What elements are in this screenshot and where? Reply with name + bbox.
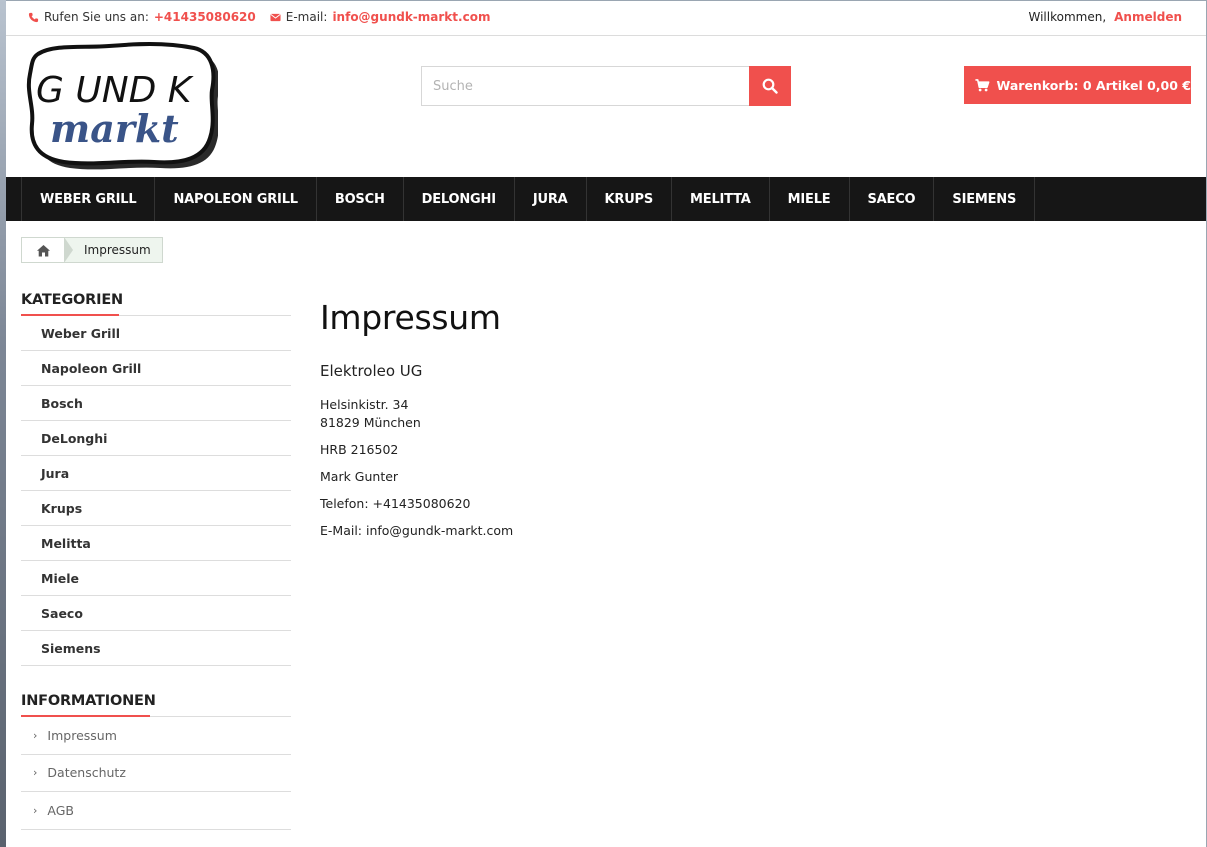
- email-line: E-Mail: info@gundk-markt.com: [320, 523, 514, 538]
- category-saeco[interactable]: Saeco: [21, 596, 291, 631]
- page-title: Impressum: [320, 298, 501, 337]
- info-link-datenschutz[interactable]: › Datenschutz: [21, 755, 291, 792]
- window-left-edge: [0, 0, 6, 847]
- categories-title: KATEGORIEN: [21, 291, 123, 308]
- search-input[interactable]: [421, 66, 749, 106]
- breadcrumb: Impressum: [21, 237, 163, 263]
- category-delonghi[interactable]: DeLonghi: [21, 421, 291, 456]
- search-form: [421, 66, 791, 106]
- nav-item-jura[interactable]: JURA: [515, 177, 587, 221]
- phone-line: Telefon: +41435080620: [320, 496, 471, 511]
- chevron-right-icon: ›: [33, 766, 38, 780]
- breadcrumb-home[interactable]: [22, 238, 72, 262]
- phone-number-link[interactable]: +41435080620: [154, 10, 256, 24]
- nav-item-krups[interactable]: KRUPS: [587, 177, 673, 221]
- address: Helsinkistr. 34 81829 München: [320, 396, 1180, 432]
- contact-person: Mark Gunter: [320, 469, 399, 484]
- home-icon: [36, 244, 50, 256]
- email-contact: E-mail: info@gundk-markt.com: [270, 10, 490, 24]
- nav-item-bosch[interactable]: BOSCH: [317, 177, 404, 221]
- envelope-icon: [270, 13, 281, 21]
- logo-line2: markt: [50, 106, 179, 151]
- chevron-right-icon: ›: [33, 728, 38, 742]
- site-logo[interactable]: G UND K markt: [24, 40, 220, 170]
- category-jura[interactable]: Jura: [21, 456, 291, 491]
- category-list: Weber Grill Napoleon Grill Bosch DeLongh…: [21, 316, 291, 666]
- info-link-label: AGB: [47, 802, 74, 818]
- category-krups[interactable]: Krups: [21, 491, 291, 526]
- nav-item-miele[interactable]: MIELE: [770, 177, 850, 221]
- address-street: Helsinkistr. 34: [320, 397, 409, 412]
- phone-prefix: Rufen Sie uns an:: [44, 10, 149, 24]
- information-block: INFORMATIONEN › Impressum › Datenschutz …: [21, 685, 291, 830]
- nav-item-melitta[interactable]: MELITTA: [672, 177, 770, 221]
- top-bar: Rufen Sie uns an: +41435080620 E-mail: i…: [6, 1, 1206, 36]
- breadcrumb-current: Impressum: [84, 243, 151, 257]
- phone-contact: Rufen Sie uns an: +41435080620: [28, 10, 256, 24]
- nav-item-napoleon-grill[interactable]: NAPOLEON GRILL: [155, 177, 317, 221]
- main-content: Impressum Elektroleo UG Helsinkistr. 34 …: [320, 298, 1180, 540]
- category-melitta[interactable]: Melitta: [21, 526, 291, 561]
- email-link[interactable]: info@gundk-markt.com: [332, 10, 490, 24]
- search-button[interactable]: [749, 66, 791, 106]
- logo-graphic: G UND K markt: [26, 42, 220, 170]
- nav-item-saeco[interactable]: SAECO: [850, 177, 935, 221]
- nav-item-siemens[interactable]: SIEMENS: [934, 177, 1036, 221]
- info-link-agb[interactable]: › AGB: [21, 792, 291, 830]
- information-heading: INFORMATIONEN: [21, 685, 291, 717]
- information-list: › Impressum › Datenschutz › AGB: [21, 717, 291, 830]
- category-bosch[interactable]: Bosch: [21, 386, 291, 421]
- info-link-label: Impressum: [47, 727, 117, 743]
- contact-info: Rufen Sie uns an: +41435080620 E-mail: i…: [28, 10, 490, 24]
- categories-underline: [21, 314, 119, 316]
- register-number: HRB 216502: [320, 442, 399, 457]
- breadcrumb-separator: [64, 237, 73, 263]
- company-name: Elektroleo UG: [320, 362, 423, 380]
- account-area: Willkommen, Anmelden: [1028, 10, 1182, 24]
- search-icon: [762, 78, 778, 94]
- information-title: INFORMATIONEN: [21, 692, 156, 709]
- info-link-label: Datenschutz: [47, 765, 126, 781]
- address-city: 81829 München: [320, 415, 421, 430]
- cart-icon: [975, 78, 990, 91]
- cart-button[interactable]: Warenkorb: 0 Artikel 0,00 €: [964, 66, 1191, 104]
- sidebar: KATEGORIEN Weber Grill Napoleon Grill Bo…: [21, 284, 291, 830]
- email-prefix: E-mail:: [285, 10, 328, 24]
- logo-line1: G UND K: [36, 70, 194, 111]
- info-link-impressum[interactable]: › Impressum: [21, 717, 291, 755]
- chevron-right-icon: ›: [33, 803, 38, 817]
- nav-item-delonghi[interactable]: DELONGHI: [404, 177, 515, 221]
- category-napoleon-grill[interactable]: Napoleon Grill: [21, 351, 291, 386]
- login-link[interactable]: Anmelden: [1114, 10, 1182, 24]
- nav-item-weber-grill[interactable]: WEBER GRILL: [21, 177, 156, 221]
- category-miele[interactable]: Miele: [21, 561, 291, 596]
- information-underline: [21, 715, 150, 717]
- category-weber-grill[interactable]: Weber Grill: [21, 316, 291, 351]
- category-siemens[interactable]: Siemens: [21, 631, 291, 666]
- main-navigation: WEBER GRILL NAPOLEON GRILL BOSCH DELONGH…: [6, 177, 1206, 221]
- phone-icon: [28, 12, 39, 22]
- welcome-text: Willkommen,: [1028, 10, 1107, 24]
- cart-label: Warenkorb: 0 Artikel 0,00 €: [996, 77, 1191, 93]
- categories-heading: KATEGORIEN: [21, 284, 291, 316]
